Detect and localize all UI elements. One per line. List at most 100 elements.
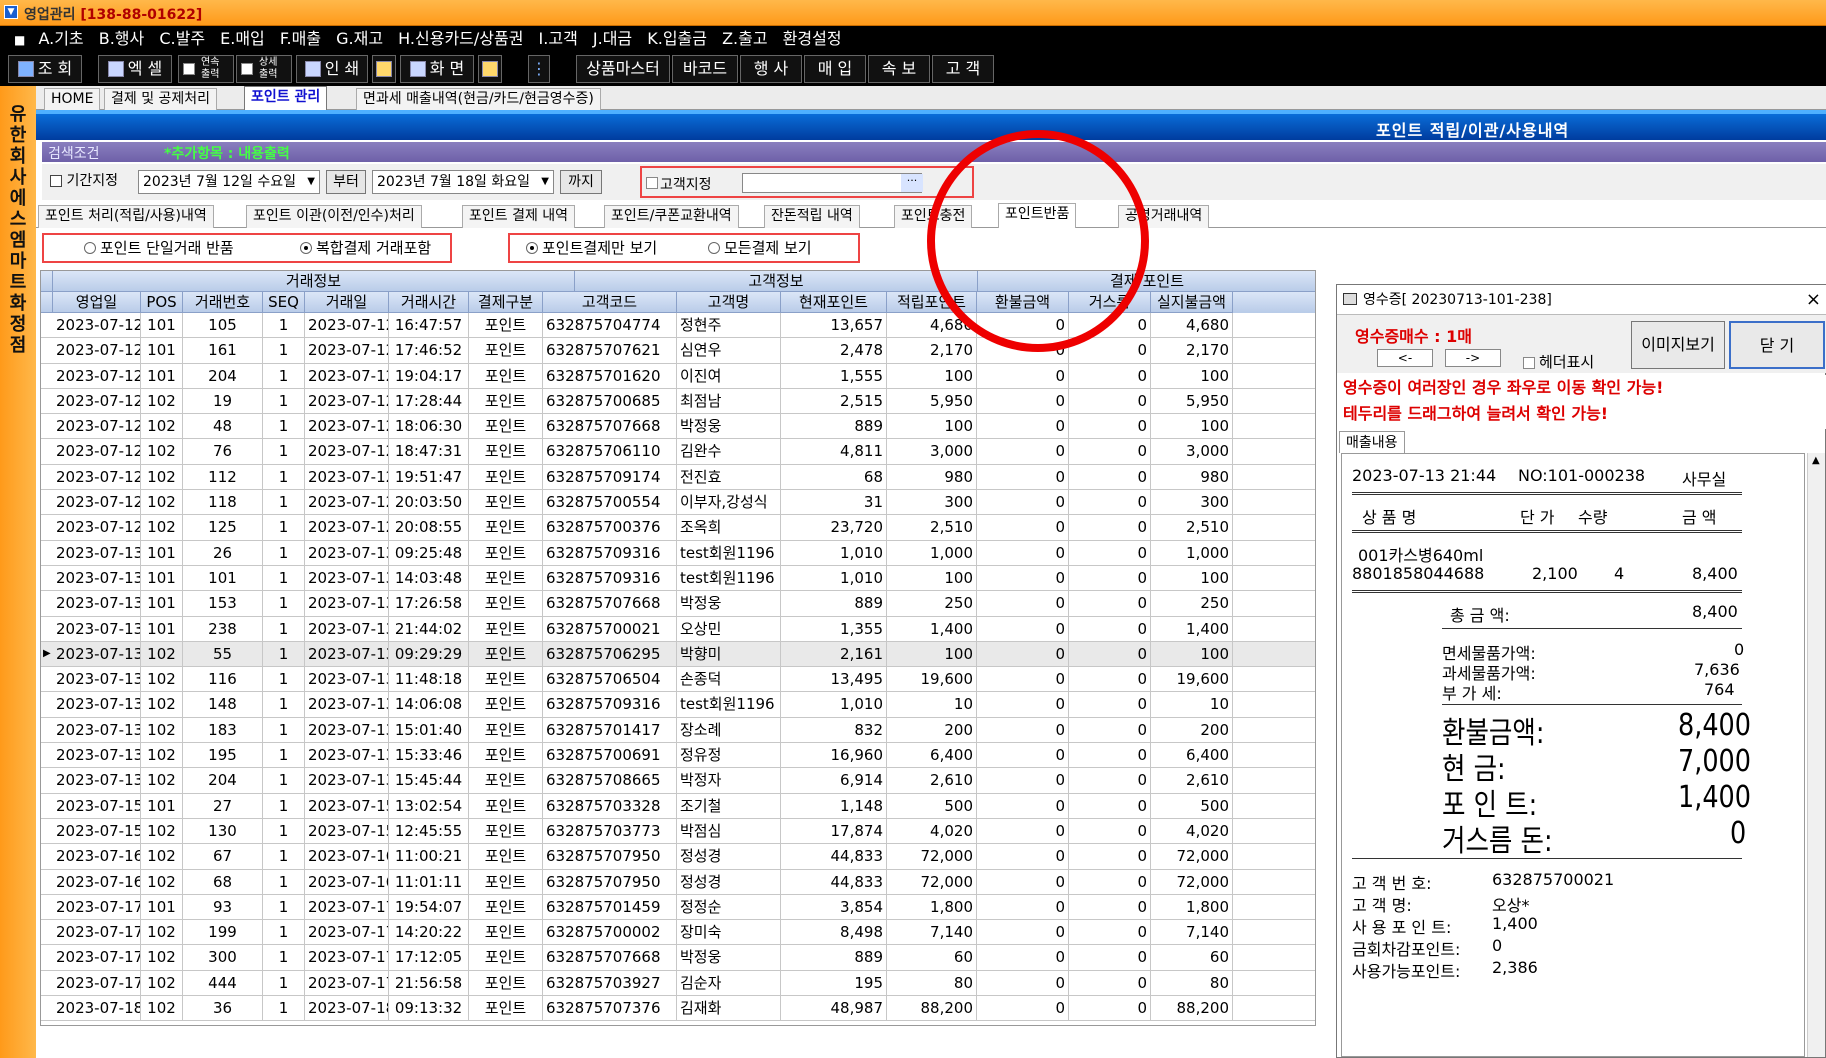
table-row[interactable]: 2023-07-13 102 116 1 2023-07-13 11:48:18 포인트 63… xyxy=(41,667,1315,693)
column-header-cust-name[interactable]: 고객명 xyxy=(677,292,781,313)
table-row[interactable]: 2023-07-15 102 130 1 2023-07-15 12:45:55 포인트 63… xyxy=(41,818,1315,845)
column-header-biz-date[interactable]: 영업일 xyxy=(53,292,141,313)
column-header-earn-point[interactable]: 적립포인트 xyxy=(887,292,977,313)
table-row[interactable]: 2023-07-17 102 300 1 2023-07-17 17:12:05 포인트 63… xyxy=(41,945,1315,971)
table-row[interactable]: 2023-07-12 101 161 1 2023-07-12 17:46:52 포인트 63… xyxy=(41,338,1315,364)
column-header-pos[interactable]: POS xyxy=(141,292,183,313)
table-row[interactable]: 2023-07-12 102 112 1 2023-07-12 19:51:47 포인트 63… xyxy=(41,464,1315,491)
complex-include-option[interactable]: 복합결제 거래포함 xyxy=(300,235,431,261)
detail-print-toggle[interactable]: 상세 출력 xyxy=(236,55,292,83)
menu-item-basic[interactable]: A.기초 xyxy=(38,26,83,52)
grid-icon-button[interactable] xyxy=(372,55,396,83)
column-header-txn-time[interactable]: 거래시간 xyxy=(389,292,469,313)
scroll-up-icon[interactable]: ▲ xyxy=(1812,455,1820,466)
excel-button[interactable]: 엑 셀 xyxy=(98,55,172,83)
from-button[interactable]: 부터 xyxy=(326,170,366,194)
menu-item-creditcard[interactable]: H.신용카드/상품권 xyxy=(398,26,523,52)
subtab-point-transfer[interactable]: 포인트 이관(이전/인수)처리 xyxy=(246,205,422,228)
table-row[interactable]: 2023-07-17 102 199 1 2023-07-17 14:20:22 포인트 63… xyxy=(41,920,1315,946)
menu-item-event[interactable]: B.행사 xyxy=(99,26,145,52)
customer-checkbox[interactable] xyxy=(646,177,658,189)
header-show-toggle[interactable]: 헤더표시 xyxy=(1523,351,1594,372)
table-row[interactable]: 2023-07-12 102 125 1 2023-07-12 20:08:55 포인트 63… xyxy=(41,515,1315,541)
all-payments-radio[interactable] xyxy=(708,242,720,254)
single-return-radio[interactable] xyxy=(84,242,96,254)
table-row[interactable]: 2023-07-17 102 444 1 2023-07-17 21:56:58 포인트 63… xyxy=(41,970,1315,997)
tab-payment-deduction[interactable]: 결제 및 공제처리 xyxy=(104,88,218,110)
point-only-radio[interactable] xyxy=(526,242,538,254)
grid-icon-button-2[interactable] xyxy=(478,55,502,83)
complex-include-radio[interactable] xyxy=(300,242,312,254)
table-row[interactable]: 2023-07-13 101 101 1 2023-07-13 14:03:48 포인트 63… xyxy=(41,565,1315,592)
subtab-point-payment[interactable]: 포인트 결제 내역 xyxy=(462,205,576,228)
subtab-coupon-exchange[interactable]: 포인트/쿠폰교환내역 xyxy=(604,205,739,228)
menu-item-cashflow[interactable]: K.입출금 xyxy=(647,26,707,52)
table-row[interactable]: 2023-07-13 102 148 1 2023-07-13 14:06:08 포인트 63… xyxy=(41,692,1315,718)
menu-item-shipping[interactable]: Z.출고 xyxy=(722,26,768,52)
single-return-option[interactable]: 포인트 단일거래 반품 xyxy=(84,235,234,261)
customer-button[interactable]: 고 객 xyxy=(932,55,994,83)
search-button[interactable]: 조 회 xyxy=(8,55,82,83)
header-show-checkbox[interactable] xyxy=(1523,356,1535,369)
column-header-change[interactable]: 거스름 xyxy=(1069,292,1151,313)
customer-input[interactable]: ··· xyxy=(742,173,923,193)
continuous-print-toggle[interactable]: 연속 출력 xyxy=(178,55,234,83)
table-row[interactable]: 2023-07-13 101 238 1 2023-07-13 21:44:02 포인트 63… xyxy=(41,616,1315,642)
purchase-button[interactable]: 매 입 xyxy=(804,55,866,83)
period-filter[interactable]: 기간지정 xyxy=(50,170,118,194)
event-button[interactable]: 행 사 xyxy=(740,55,802,83)
menu-item-payment[interactable]: J.대금 xyxy=(593,26,632,52)
menu-item-settings[interactable]: 환경설정 xyxy=(783,26,842,52)
all-payments-option[interactable]: 모든결제 보기 xyxy=(708,235,812,261)
column-header-seq[interactable]: SEQ xyxy=(263,292,305,313)
print-button[interactable]: 인 쇄 xyxy=(296,55,368,83)
table-row[interactable]: 2023-07-17 101 93 1 2023-07-17 19:54:07 포인트 632… xyxy=(41,894,1315,921)
prev-receipt-button[interactable]: <- xyxy=(1377,349,1433,367)
menu-item-sales[interactable]: F.매출 xyxy=(280,26,321,52)
tab-taxfree-sales[interactable]: 면과세 매출내역(현금/카드/현금영수증) xyxy=(356,88,601,110)
table-row[interactable]: 2023-07-12 101 204 1 2023-07-12 19:04:17 포인트 63… xyxy=(41,363,1315,389)
subtab-point-return[interactable]: 포인트반품 xyxy=(998,203,1077,228)
subtab-change-savings[interactable]: 잔돈적립 내역 xyxy=(764,205,860,228)
from-date-picker[interactable]: 2023년 7월 12일 수요일 ▼ xyxy=(138,170,320,194)
subtab-point-processing[interactable]: 포인트 처리(적립/사용)내역 xyxy=(38,205,214,228)
period-checkbox[interactable] xyxy=(50,175,62,187)
subtab-bottle-trade[interactable]: 공병거래내역 xyxy=(1118,205,1210,228)
table-row[interactable]: 2023-07-12 101 105 1 2023-07-12 16:47:57 포인트 63… xyxy=(41,313,1315,339)
table-row[interactable]: 2023-07-12 102 118 1 2023-07-12 20:03:50 포인트 63… xyxy=(41,490,1315,516)
menu-item-customer[interactable]: I.고객 xyxy=(539,26,578,52)
table-row[interactable]: 2023-07-12 102 19 1 2023-07-12 17:28:44 포인트 632… xyxy=(41,388,1315,415)
column-header-txn-date[interactable]: 거래일 xyxy=(305,292,389,313)
table-row[interactable]: 2023-07-13 102 195 1 2023-07-13 15:33:46 포인트 63… xyxy=(41,743,1315,769)
table-row[interactable]: 2023-07-12 102 48 1 2023-07-12 18:06:30 포인트 632… xyxy=(41,414,1315,440)
table-row[interactable]: 2023-07-15 101 27 1 2023-07-15 13:02:54 포인트 632… xyxy=(41,793,1315,819)
table-row[interactable]: 2023-07-18 102 36 1 2023-07-18 09:13:32 포인트 632… xyxy=(41,996,1315,1022)
column-header-paid[interactable]: 실지불금액 xyxy=(1151,292,1233,313)
continuous-print-checkbox[interactable] xyxy=(183,63,195,75)
to-button[interactable]: 까지 xyxy=(560,170,602,194)
close-button[interactable]: 닫 기 xyxy=(1729,321,1825,369)
screen-button[interactable]: 화 면 xyxy=(400,55,474,83)
column-header-pay-type[interactable]: 결제구분 xyxy=(469,292,543,313)
close-icon[interactable]: × xyxy=(1806,285,1821,315)
flash-report-button[interactable]: 속 보 xyxy=(868,55,930,83)
table-row[interactable]: 2023-07-13 101 26 1 2023-07-13 09:25:48 포인트 632… xyxy=(41,540,1315,566)
detail-print-checkbox[interactable] xyxy=(241,63,253,75)
menu-item-stock[interactable]: G.재고 xyxy=(336,26,383,52)
table-row[interactable]: 2023-07-16 102 68 1 2023-07-16 11:01:11 포인트 632… xyxy=(41,869,1315,895)
next-receipt-button[interactable]: -> xyxy=(1445,349,1501,367)
column-header-cur-point[interactable]: 현재포인트 xyxy=(781,292,887,313)
table-row[interactable]: 2023-07-12 102 76 1 2023-07-12 18:47:31 포인트 632… xyxy=(41,439,1315,465)
product-master-button[interactable]: 상품마스터 xyxy=(576,55,670,83)
column-header-refund[interactable]: 환불금액 xyxy=(977,292,1069,313)
customer-lookup-button[interactable]: ··· xyxy=(901,174,923,192)
table-row[interactable]: ▶ 2023-07-13 102 55 1 2023-07-13 09:29:29 포인트 63… xyxy=(41,641,1315,668)
tab-home[interactable]: HOME xyxy=(44,88,101,110)
barcode-button[interactable]: 바코드 xyxy=(672,55,738,83)
column-header-cust-code[interactable]: 고객코드 xyxy=(543,292,677,313)
tab-point-management[interactable]: 포인트 관리 xyxy=(244,86,328,110)
table-row[interactable]: 2023-07-13 102 204 1 2023-07-13 15:45:44 포인트 63… xyxy=(41,768,1315,794)
table-row[interactable]: 2023-07-13 101 153 1 2023-07-13 17:26:58 포인트 63… xyxy=(41,591,1315,617)
table-row[interactable]: 2023-07-16 102 67 1 2023-07-16 11:00:21 포인트 632… xyxy=(41,844,1315,870)
receipt-tab-sales[interactable]: 매출내용 xyxy=(1339,431,1405,453)
